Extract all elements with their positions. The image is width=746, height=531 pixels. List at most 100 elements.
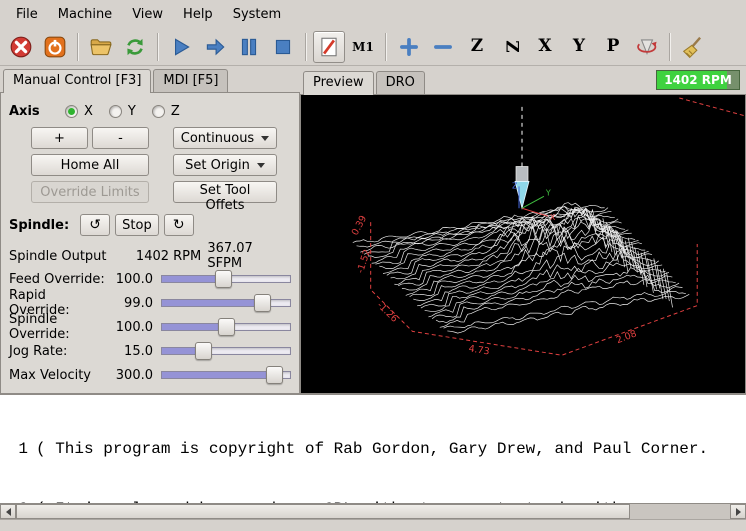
view-perspective-icon: P (607, 38, 620, 55)
pause-button[interactable] (233, 31, 265, 63)
spindle-override-row: Spindle Override: 100.0 (9, 315, 291, 339)
zoom-in-icon (397, 35, 421, 59)
step-button[interactable] (199, 31, 231, 63)
jog-increment-dropdown[interactable]: Continuous (173, 127, 277, 149)
axis-radio-z[interactable]: Z (152, 104, 180, 119)
axis-radio-y[interactable]: Y (109, 104, 136, 119)
spindle-ccw-button[interactable]: ↺ (80, 214, 110, 236)
toolbar: M1 Z Z X Y P (0, 28, 746, 66)
reload-button[interactable] (119, 31, 151, 63)
home-all-button[interactable]: Home All (31, 154, 149, 176)
slider-handle[interactable] (195, 342, 212, 360)
scrollbar-thumb[interactable] (16, 504, 630, 519)
dimension-label: 2.08 (615, 328, 639, 346)
toggle-skip-lines-button[interactable] (313, 31, 345, 63)
slider-handle[interactable] (254, 294, 271, 312)
feed-override-slider[interactable] (161, 270, 291, 288)
arrow-right-icon (736, 508, 741, 516)
status-strip (0, 520, 746, 531)
tab-dro[interactable]: DRO (376, 71, 425, 94)
clear-live-plot-button[interactable] (677, 31, 709, 63)
spindle-stop-button[interactable]: Stop (115, 214, 159, 236)
toolbar-separator (77, 33, 79, 61)
main-area: Manual Control [F3] MDI [F5] Axis X Y (0, 66, 746, 394)
tab-mdi[interactable]: MDI [F5] (153, 69, 228, 92)
view-side-icon: X (538, 38, 551, 55)
skip-lines-icon (317, 35, 341, 59)
max-velocity-value: 300.0 (109, 368, 153, 383)
scroll-left-button[interactable] (0, 504, 16, 519)
max-velocity-slider[interactable] (161, 366, 291, 384)
set-tool-offsets-button[interactable]: Set Tool Offets (173, 181, 277, 203)
menu-view[interactable]: View (122, 2, 173, 27)
zoom-in-button[interactable] (393, 31, 425, 63)
gcode-horizontal-scrollbar (0, 504, 746, 520)
jog-plus-button[interactable]: + (31, 127, 88, 149)
pause-icon (237, 35, 261, 59)
jog-buttons: + - (31, 127, 149, 149)
scroll-right-button[interactable] (730, 504, 746, 519)
stop-icon (271, 35, 295, 59)
menu-help[interactable]: Help (173, 2, 223, 27)
preview-canvas[interactable]: 0.39 -1.52 -1.26 4.73 2.08 (300, 94, 746, 394)
slider-handle[interactable] (215, 270, 232, 288)
spindle-cw-button[interactable]: ↻ (164, 214, 194, 236)
menu-machine[interactable]: Machine (48, 2, 122, 27)
spindle-output-label: Spindle Output (9, 249, 136, 264)
control-notebook: Manual Control [F3] MDI [F5] Axis X Y (0, 66, 300, 394)
axis-radio-x-label: X (84, 104, 93, 119)
radio-icon (152, 105, 165, 118)
jog-button-grid: + - Continuous Home All Set Origin Overr… (9, 127, 291, 203)
spindle-output-rpm: 1402 RPM (136, 249, 207, 264)
zoom-out-icon (431, 35, 455, 59)
preview-tab-bar: Preview DRO 1402 RPM (300, 66, 746, 94)
open-file-button[interactable] (85, 31, 117, 63)
gcode-line: 1( This program is copyright of Rab Gord… (6, 439, 746, 459)
slider-handle[interactable] (218, 318, 235, 336)
machine-power-icon (43, 35, 67, 59)
menubar: File Machine View Help System (0, 0, 746, 28)
zoom-out-button[interactable] (427, 31, 459, 63)
gcode-editor[interactable]: 1( This program is copyright of Rab Gord… (0, 394, 746, 504)
toggle-optional-pause-button[interactable]: M1 (347, 31, 379, 63)
arrow-left-icon (6, 508, 11, 516)
spindle-rpm-indicator: 1402 RPM (656, 70, 740, 90)
estop-button[interactable] (5, 31, 37, 63)
run-button[interactable] (165, 31, 197, 63)
rapid-override-slider[interactable] (161, 294, 291, 312)
tool-cone (515, 107, 529, 208)
menu-system[interactable]: System (223, 2, 291, 27)
optional-pause-icon: M1 (352, 40, 374, 54)
axis-radio-y-label: Y (128, 104, 136, 119)
override-limits-button[interactable]: Override Limits (31, 181, 149, 203)
axis-radio-x[interactable]: X (65, 104, 93, 119)
rpm-bar-text: 1402 RPM (657, 71, 739, 89)
axis-y-label: Y (545, 188, 551, 197)
slider-handle[interactable] (266, 366, 283, 384)
jog-minus-button[interactable]: - (92, 127, 149, 149)
toolbar-separator (305, 33, 307, 61)
jog-rate-slider[interactable] (161, 342, 291, 360)
view-front-button[interactable]: Y (563, 31, 595, 63)
scrollbar-trough[interactable] (16, 504, 730, 519)
dimension-label: 0.39 (350, 214, 370, 238)
tab-manual-control[interactable]: Manual Control [F3] (3, 69, 151, 93)
axis-x-label: X (550, 213, 556, 222)
dimension-label: -1.52 (355, 248, 373, 275)
view-rotated-top-button[interactable]: Z (495, 31, 527, 63)
set-origin-label: Set Origin (185, 158, 250, 173)
set-origin-dropdown[interactable]: Set Origin (173, 154, 277, 176)
rotate-cw-icon: ↻ (173, 217, 185, 233)
spindle-override-slider[interactable] (161, 318, 291, 336)
view-top-button[interactable]: Z (461, 31, 493, 63)
view-perspective-button[interactable]: P (597, 31, 629, 63)
axis-selector-row: Axis X Y Z (9, 99, 291, 123)
control-tab-bar: Manual Control [F3] MDI [F5] (0, 66, 300, 92)
machine-power-button[interactable] (39, 31, 71, 63)
tab-preview[interactable]: Preview (303, 71, 374, 95)
rotate-view-button[interactable] (631, 31, 663, 63)
view-side-button[interactable]: X (529, 31, 561, 63)
stop-button[interactable] (267, 31, 299, 63)
menu-file[interactable]: File (6, 2, 48, 27)
rapid-override-value: 99.0 (109, 296, 153, 311)
